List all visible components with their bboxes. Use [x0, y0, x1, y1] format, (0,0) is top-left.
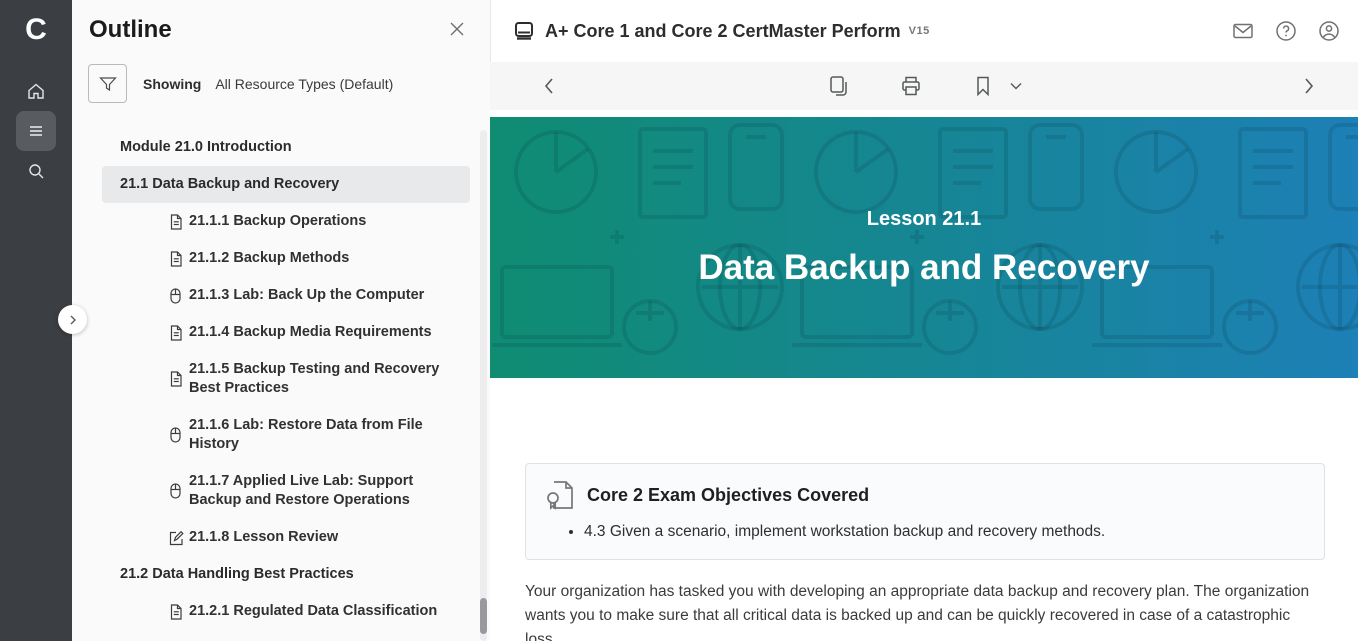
outline-item-label: 21.1.6 Lab: Restore Data from File Histo… — [189, 416, 441, 454]
objectives-list: 4.3 Given a scenario, implement workstat… — [584, 521, 1304, 543]
bookmark-menu-button[interactable] — [1006, 69, 1026, 103]
outline-panel: Outline Showing All Resource Types (Defa… — [72, 0, 490, 641]
filter-button[interactable] — [88, 64, 127, 103]
filter-row: Showing All Resource Types (Default) — [88, 64, 490, 103]
document-icon — [168, 250, 184, 267]
filter-icon — [98, 74, 118, 94]
outline-item-label: Module 21.0 Introduction — [120, 138, 292, 157]
outline-section[interactable]: 21.1 Data Backup and Recovery — [102, 166, 470, 203]
main-area: A+ Core 1 and Core 2 CertMaster Perform … — [490, 0, 1358, 641]
outline-item[interactable]: 21.1.2 Backup Methods — [102, 240, 470, 277]
outline-item-label: 21.1.7 Applied Live Lab: Support Backup … — [189, 472, 441, 510]
home-button[interactable] — [16, 71, 56, 111]
lab-mouse-icon — [168, 427, 183, 444]
lab-mouse-icon — [168, 483, 183, 500]
outline-item[interactable]: 21.1.3 Lab: Back Up the Computer — [102, 277, 470, 314]
panel-expand-button[interactable] — [58, 305, 87, 334]
brand-logo: C — [25, 10, 47, 56]
lesson-content: Core 2 Exam Objectives Covered 4.3 Given… — [490, 378, 1358, 641]
chevron-left-icon — [542, 77, 556, 95]
certificate-icon — [546, 479, 576, 511]
outline-item-label: 21.2.1 Regulated Data Classification — [189, 602, 437, 621]
outline-item-label: 21.1.1 Backup Operations — [189, 212, 366, 231]
lesson-title: Data Backup and Recovery — [698, 248, 1149, 288]
outline-close-button[interactable] — [448, 20, 466, 38]
rail-nav — [16, 71, 56, 191]
bookmark-button[interactable] — [966, 69, 1000, 103]
outline-list-icon — [26, 121, 46, 141]
help-icon — [1274, 19, 1298, 43]
messages-button[interactable] — [1230, 18, 1256, 44]
lesson-number: Lesson 21.1 — [867, 208, 982, 231]
outline-list: Module 21.0 Introduction 21.1 Data Backup… — [102, 129, 470, 630]
showing-label: Showing — [143, 76, 201, 92]
document-icon — [168, 603, 184, 620]
document-icon — [168, 324, 184, 341]
outline-section[interactable]: 21.2 Data Handling Best Practices — [102, 556, 470, 593]
objective-item: 4.3 Given a scenario, implement workstat… — [584, 521, 1304, 543]
outline-item-label: 21.1.3 Lab: Back Up the Computer — [189, 286, 424, 305]
outline-item-label: 21.1 Data Backup and Recovery — [120, 175, 339, 194]
lesson-hero-banner: Lesson 21.1 Data Backup and Recovery — [490, 117, 1358, 378]
exam-objectives-box: Core 2 Exam Objectives Covered 4.3 Given… — [525, 463, 1325, 560]
objectives-title: Core 2 Exam Objectives Covered — [587, 485, 869, 506]
chevron-right-icon — [68, 315, 78, 325]
course-book-icon — [513, 20, 535, 42]
bookmark-icon — [973, 75, 993, 97]
course-version: V15 — [909, 25, 930, 37]
outline-scrollbar-track — [480, 130, 487, 641]
account-button[interactable] — [1316, 18, 1342, 44]
copy-icon — [827, 74, 851, 98]
course-header: A+ Core 1 and Core 2 CertMaster Perform … — [490, 0, 1358, 62]
showing-value: All Resource Types (Default) — [215, 76, 393, 92]
lab-mouse-icon — [168, 287, 183, 304]
outline-item[interactable]: 21.1.5 Backup Testing and Recovery Best … — [102, 351, 470, 407]
outline-section[interactable]: Module 21.0 Introduction — [102, 129, 470, 166]
copy-button[interactable] — [822, 69, 856, 103]
mail-icon — [1231, 19, 1255, 43]
search-icon — [26, 161, 46, 181]
next-page-button[interactable] — [1292, 69, 1326, 103]
outline-scrollbar-thumb[interactable] — [480, 598, 487, 634]
intro-paragraph: Your organization has tasked you with de… — [525, 580, 1325, 641]
course-title: A+ Core 1 and Core 2 CertMaster Perform — [545, 21, 901, 42]
close-icon — [448, 20, 466, 38]
print-icon — [899, 74, 923, 98]
outline-button[interactable] — [16, 111, 56, 151]
outline-item-label: 21.1.8 Lesson Review — [189, 528, 338, 547]
outline-item[interactable]: 21.1.6 Lab: Restore Data from File Histo… — [102, 407, 470, 463]
review-edit-icon — [168, 529, 185, 546]
account-icon — [1317, 19, 1341, 43]
outline-item-label: 21.1.4 Backup Media Requirements — [189, 323, 432, 342]
home-icon — [26, 81, 46, 101]
print-button[interactable] — [894, 69, 928, 103]
app-window: C — [0, 0, 1358, 641]
outline-item-label: 21.1.2 Backup Methods — [189, 249, 349, 268]
outline-item[interactable]: 21.1.8 Lesson Review — [102, 519, 470, 556]
outline-title: Outline — [89, 16, 172, 44]
chevron-right-icon — [1302, 77, 1316, 95]
lesson-toolbar — [490, 62, 1358, 110]
outline-item-label: 21.1.5 Backup Testing and Recovery Best … — [189, 360, 441, 398]
outline-item[interactable]: 21.1.1 Backup Operations — [102, 203, 470, 240]
outline-item[interactable]: 21.2.1 Regulated Data Classification — [102, 593, 470, 630]
document-icon — [168, 213, 184, 230]
chevron-down-icon — [1010, 82, 1022, 90]
search-button[interactable] — [16, 151, 56, 191]
help-button[interactable] — [1273, 18, 1299, 44]
outline-item-label: 21.2 Data Handling Best Practices — [120, 565, 354, 584]
outline-item[interactable]: 21.1.4 Backup Media Requirements — [102, 314, 470, 351]
outline-item[interactable]: 21.1.7 Applied Live Lab: Support Backup … — [102, 463, 470, 519]
document-icon — [168, 371, 184, 388]
previous-page-button[interactable] — [532, 69, 566, 103]
